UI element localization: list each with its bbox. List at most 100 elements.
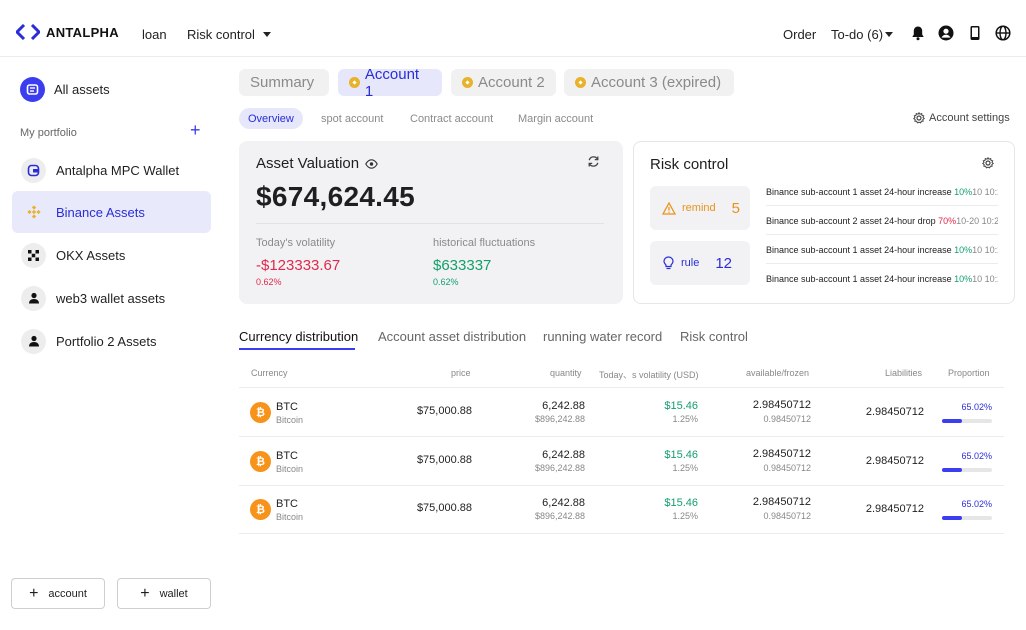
risk-alert-time: 10-20 10:20 — [956, 215, 998, 226]
eye-icon[interactable] — [365, 158, 378, 169]
table-row[interactable]: ₿ BTC Bitcoin $75,000.88 6,242.88 $896,2… — [239, 485, 1004, 534]
row-liabilities: 2.98450712 — [865, 406, 924, 418]
today-volatility-label: Today's volatility — [256, 237, 336, 249]
sidebar: All assets My portfolio + Antalpha MPC W… — [0, 57, 222, 630]
tab-account-1-label: Account 1 — [364, 65, 420, 100]
risk-alert-row[interactable]: Binance sub-account 1 asset 24-hour incr… — [766, 265, 998, 293]
risk-control-title: Risk control — [650, 156, 729, 173]
asset-valuation-title: Asset Valuation — [256, 155, 378, 172]
add-portfolio-button[interactable]: + — [190, 121, 201, 139]
risk-alert-pct: 10% — [954, 186, 973, 197]
nav-risk-control[interactable]: Risk control — [187, 27, 271, 42]
rule-box[interactable]: rule 12 — [650, 241, 750, 285]
today-volatility-pct: 0.62% — [256, 277, 282, 287]
okx-icon — [21, 242, 46, 268]
sidebar-item-label: OKX Assets — [56, 247, 126, 263]
portfolio-label: My portfolio — [20, 127, 77, 139]
col-proportion: Proportion — [948, 368, 990, 378]
tab-account-2-label: Account 2 — [478, 74, 545, 91]
sidebar-item-web3[interactable]: web3 wallet assets — [12, 277, 211, 319]
risk-alert-row[interactable]: Binance sub-account 2 asset 24-hour drop… — [766, 207, 998, 235]
proportion-bar — [942, 419, 992, 423]
row-quantity-usd: $896,242.88 — [534, 463, 585, 473]
refresh-icon[interactable] — [587, 155, 600, 168]
row-quantity-usd: $896,242.88 — [534, 511, 585, 521]
row-liabilities: 2.98450712 — [865, 503, 924, 515]
row-symbol: BTC — [276, 401, 298, 413]
gear-icon — [913, 112, 925, 124]
bitcoin-icon: ₿ — [250, 402, 271, 423]
remind-label: remind — [682, 202, 716, 214]
row-price: $75,000.88 — [416, 454, 472, 466]
risk-alert-row[interactable]: Binance sub-account 1 asset 24-hour incr… — [766, 178, 998, 206]
subtab-contract[interactable]: Contract account — [410, 108, 493, 129]
subtab-margin[interactable]: Margin account — [518, 108, 593, 129]
historical-fluctuations-label: historical fluctuations — [433, 237, 536, 249]
assets-icon — [20, 77, 45, 102]
nav-loan[interactable]: loan — [142, 27, 167, 42]
mobile-icon[interactable] — [967, 25, 983, 41]
risk-alert-pct: 10% — [954, 244, 973, 255]
sidebar-item-okx[interactable]: OKX Assets — [12, 234, 211, 276]
add-wallet-label: wallet — [159, 587, 188, 600]
tab-account-1[interactable]: Account 1 — [338, 66, 442, 100]
col-quantity: quantity — [550, 368, 582, 378]
nav-risk-control-label: Risk control — [187, 27, 255, 42]
nav-order[interactable]: Order — [783, 27, 816, 42]
col-volatility: Today、s volatility (USD) — [599, 370, 699, 380]
sidebar-all-assets[interactable]: All assets — [20, 77, 110, 102]
row-liabilities: 2.98450712 — [865, 455, 924, 467]
sidebar-item-binance[interactable]: Binance Assets — [12, 191, 211, 233]
sidebar-item-label: Antalpha MPC Wallet — [56, 162, 180, 178]
subtab-spot[interactable]: spot account — [321, 108, 383, 129]
table-row[interactable]: ₿ BTC Bitcoin $75,000.88 6,242.88 $896,2… — [239, 388, 1004, 437]
tab-risk-control[interactable]: Risk control — [680, 329, 748, 344]
risk-alert-time: 10 10:20 — [972, 186, 998, 197]
tab-account-3[interactable]: Account 3 (expired) — [564, 69, 734, 96]
sidebar-item-mpc-wallet[interactable]: Antalpha MPC Wallet — [12, 149, 211, 191]
risk-alert-text: Binance sub-account 1 asset 24-hour incr… — [766, 274, 952, 284]
add-wallet-button[interactable]: + wallet — [117, 578, 211, 609]
row-price: $75,000.88 — [416, 502, 472, 514]
tab-currency-distribution[interactable]: Currency distribution — [239, 329, 358, 344]
sidebar-item-portfolio2[interactable]: Portfolio 2 Assets — [12, 320, 211, 362]
tab-account-2[interactable]: Account 2 — [451, 69, 556, 96]
table-row[interactable]: ₿ BTC Bitcoin $75,000.88 6,242.88 $896,2… — [239, 437, 1004, 486]
globe-icon[interactable] — [995, 25, 1011, 41]
account-settings-label: Account settings — [929, 112, 1010, 124]
account-settings-button[interactable]: Account settings — [913, 112, 1010, 124]
subtab-overview[interactable]: Overview — [239, 108, 303, 129]
sidebar-item-label: Binance Assets — [56, 204, 145, 220]
logo[interactable]: ANTALPHA — [16, 24, 119, 40]
tab-account-asset-distribution[interactable]: Account asset distribution — [378, 329, 526, 344]
gear-icon[interactable] — [982, 157, 994, 169]
nav-todo[interactable]: To-do (6) — [831, 27, 894, 42]
asset-valuation-card: Asset Valuation $674,624.45 Today's vola… — [239, 141, 623, 304]
row-frozen: 0.98450712 — [763, 414, 811, 424]
row-quantity: 6,242.88 — [542, 449, 585, 461]
tab-summary[interactable]: Summary — [239, 69, 329, 96]
remind-box[interactable]: remind 5 — [650, 186, 750, 230]
row-proportion: 65.02% — [961, 451, 992, 461]
bitcoin-icon: ₿ — [250, 451, 271, 472]
col-liabilities: Liabilities — [885, 368, 923, 378]
nav-todo-label: To-do (6) — [831, 27, 884, 42]
row-volatility-pct: 1.25% — [672, 511, 698, 521]
add-account-button[interactable]: + account — [11, 578, 105, 609]
row-frozen: 0.98450712 — [763, 511, 811, 521]
risk-alert-row[interactable]: Binance sub-account 1 asset 24-hour incr… — [766, 236, 998, 264]
risk-alert-time: 10 10:20 — [972, 274, 998, 284]
chevron-down-icon — [262, 32, 271, 37]
today-volatility-value: -$123333.67 — [256, 257, 341, 274]
row-available: 2.98450712 — [752, 496, 811, 508]
proportion-bar-fill — [942, 468, 962, 472]
row-available: 2.98450712 — [752, 399, 811, 411]
risk-alert-pct: 70% — [938, 215, 957, 226]
bitcoin-icon: ₿ — [250, 499, 271, 520]
row-volatility-pct: 1.25% — [672, 414, 698, 424]
row-volatility-pct: 1.25% — [672, 463, 698, 473]
tab-running-water-record[interactable]: running water record — [543, 329, 662, 344]
wallet-icon — [21, 157, 46, 183]
user-icon[interactable] — [938, 25, 954, 41]
bell-icon[interactable] — [910, 25, 926, 41]
